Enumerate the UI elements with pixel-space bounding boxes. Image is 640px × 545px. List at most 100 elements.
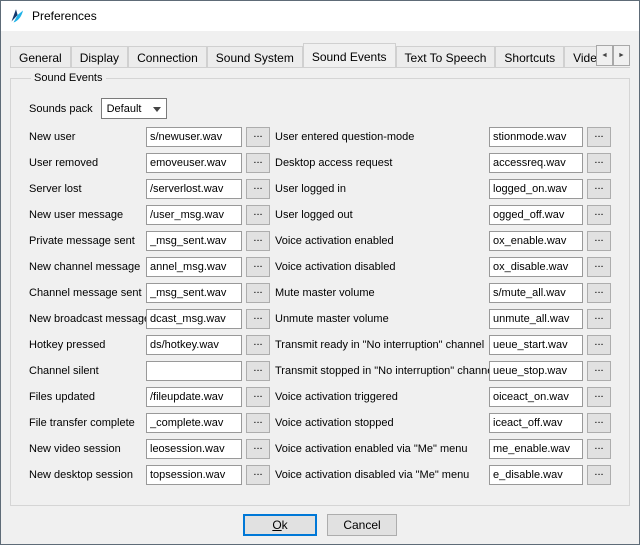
sound-event-label: File transfer complete xyxy=(29,417,146,429)
browse-button[interactable]: ... xyxy=(246,309,270,329)
tab-bar: GeneralDisplayConnectionSound SystemSoun… xyxy=(10,43,630,68)
sound-event-row: Hotkey pressed... xyxy=(29,335,275,355)
tab-scroll-left-button[interactable]: ◄ xyxy=(596,45,613,66)
sound-event-row: New user message... xyxy=(29,205,275,225)
sound-event-label: Channel silent xyxy=(29,365,146,377)
sound-event-label: Server lost xyxy=(29,183,146,195)
tab-display[interactable]: Display xyxy=(71,46,128,67)
browse-button[interactable]: ... xyxy=(587,283,611,303)
sound-event-label: New channel message xyxy=(29,261,146,273)
browse-button[interactable]: ... xyxy=(587,309,611,329)
browse-button[interactable]: ... xyxy=(587,335,611,355)
tab-scroll-controls: ◄ ► xyxy=(596,45,630,66)
ok-button-label: Ok xyxy=(256,518,304,532)
sound-file-input[interactable] xyxy=(146,335,242,355)
sound-event-row: File transfer complete... xyxy=(29,413,275,433)
browse-button[interactable]: ... xyxy=(587,153,611,173)
sound-events-group: Sound Events Sounds pack Default New use… xyxy=(10,72,630,506)
sound-event-label: User entered question-mode xyxy=(275,131,489,143)
browse-button[interactable]: ... xyxy=(246,335,270,355)
sound-file-input[interactable] xyxy=(146,179,242,199)
tab-sound-system[interactable]: Sound System xyxy=(207,46,303,67)
sound-file-input[interactable] xyxy=(146,387,242,407)
tab-general[interactable]: General xyxy=(10,46,71,67)
sounds-pack-select[interactable]: Default xyxy=(101,98,167,119)
sound-file-input[interactable] xyxy=(146,257,242,277)
sound-file-input[interactable] xyxy=(489,153,583,173)
browse-button[interactable]: ... xyxy=(587,387,611,407)
browse-button[interactable]: ... xyxy=(246,205,270,225)
sound-file-input[interactable] xyxy=(489,179,583,199)
group-title: Sound Events xyxy=(31,72,106,84)
tab-connection[interactable]: Connection xyxy=(128,46,207,67)
browse-button[interactable]: ... xyxy=(587,439,611,459)
browse-button[interactable]: ... xyxy=(246,361,270,381)
sound-event-row: Voice activation enabled via "Me" menu..… xyxy=(275,439,621,459)
sound-file-input[interactable] xyxy=(489,309,583,329)
sound-file-input[interactable] xyxy=(146,309,242,329)
left-column: New user... User removed... Server lost...… xyxy=(29,127,275,491)
sound-file-input[interactable] xyxy=(489,413,583,433)
browse-button[interactable]: ... xyxy=(587,465,611,485)
sound-event-row: User logged out... xyxy=(275,205,621,225)
browse-button[interactable]: ... xyxy=(587,413,611,433)
sound-file-input[interactable] xyxy=(489,257,583,277)
sound-file-input[interactable] xyxy=(146,361,242,381)
sound-event-label: User logged in xyxy=(275,183,489,195)
sound-file-input[interactable] xyxy=(146,153,242,173)
sound-file-input[interactable] xyxy=(146,439,242,459)
tab-text-to-speech[interactable]: Text To Speech xyxy=(396,46,496,67)
sound-event-label: Voice activation enabled via "Me" menu xyxy=(275,443,489,455)
cancel-button-label: Cancel xyxy=(340,518,384,532)
sound-event-label: User logged out xyxy=(275,209,489,221)
tab-scroll-right-button[interactable]: ► xyxy=(613,45,630,66)
sound-event-label: Files updated xyxy=(29,391,146,403)
browse-button[interactable]: ... xyxy=(246,465,270,485)
sound-file-input[interactable] xyxy=(489,231,583,251)
browse-button[interactable]: ... xyxy=(246,127,270,147)
browse-button[interactable]: ... xyxy=(246,231,270,251)
browse-button[interactable]: ... xyxy=(246,439,270,459)
browse-button[interactable]: ... xyxy=(246,387,270,407)
sound-event-row: Voice activation triggered... xyxy=(275,387,621,407)
sound-file-input[interactable] xyxy=(489,127,583,147)
ok-button[interactable]: Ok xyxy=(243,514,317,536)
sound-event-row: Private message sent... xyxy=(29,231,275,251)
browse-button[interactable]: ... xyxy=(587,205,611,225)
sound-file-input[interactable] xyxy=(146,283,242,303)
browse-button[interactable]: ... xyxy=(587,257,611,277)
sound-file-input[interactable] xyxy=(146,231,242,251)
browse-button[interactable]: ... xyxy=(587,179,611,199)
sound-event-label: New user message xyxy=(29,209,146,221)
sound-file-input[interactable] xyxy=(489,361,583,381)
tab-video[interactable]: Video xyxy=(564,46,596,67)
sound-file-input[interactable] xyxy=(489,283,583,303)
sound-file-input[interactable] xyxy=(146,413,242,433)
browse-button[interactable]: ... xyxy=(246,257,270,277)
sound-event-label: Private message sent xyxy=(29,235,146,247)
sound-event-row: Mute master volume... xyxy=(275,283,621,303)
sound-file-input[interactable] xyxy=(489,205,583,225)
sound-event-label: New user xyxy=(29,131,146,143)
sound-file-input[interactable] xyxy=(146,205,242,225)
sound-file-input[interactable] xyxy=(146,465,242,485)
sound-file-input[interactable] xyxy=(489,335,583,355)
sound-event-row: Voice activation enabled... xyxy=(275,231,621,251)
sound-event-label: Transmit ready in "No interruption" chan… xyxy=(275,339,489,351)
browse-button[interactable]: ... xyxy=(246,283,270,303)
sound-file-input[interactable] xyxy=(489,387,583,407)
browse-button[interactable]: ... xyxy=(246,153,270,173)
browse-button[interactable]: ... xyxy=(587,361,611,381)
tab-sound-events[interactable]: Sound Events xyxy=(303,43,396,67)
browse-button[interactable]: ... xyxy=(587,231,611,251)
browse-button[interactable]: ... xyxy=(587,127,611,147)
sound-file-input[interactable] xyxy=(489,465,583,485)
sound-file-input[interactable] xyxy=(146,127,242,147)
sounds-pack-row: Sounds pack Default xyxy=(29,98,621,119)
sound-event-label: User removed xyxy=(29,157,146,169)
browse-button[interactable]: ... xyxy=(246,179,270,199)
tab-shortcuts[interactable]: Shortcuts xyxy=(495,46,564,67)
sound-file-input[interactable] xyxy=(489,439,583,459)
browse-button[interactable]: ... xyxy=(246,413,270,433)
cancel-button[interactable]: Cancel xyxy=(327,514,397,536)
